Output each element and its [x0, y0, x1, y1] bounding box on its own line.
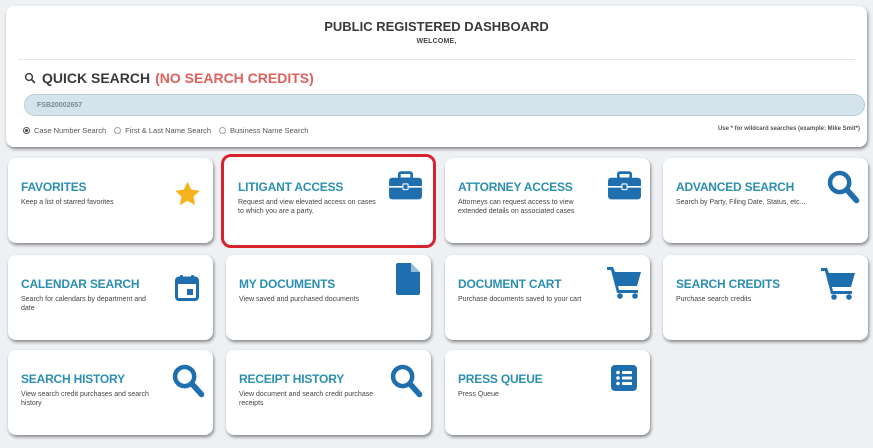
tile-litigant-access[interactable]: LITIGANT ACCESS Request and view elevate…: [221, 154, 436, 248]
list-icon: [611, 365, 637, 391]
radio-label: First & Last Name Search: [125, 126, 211, 135]
quick-search-title: QUICK SEARCH: [42, 70, 151, 86]
wildcard-hint: Use * for wildcard searches (example: Mi…: [717, 126, 860, 132]
radio-button[interactable]: [219, 127, 226, 134]
tile-title: SEARCH HISTORY: [21, 372, 125, 386]
tile-receipt-history[interactable]: RECEIPT HISTORY View document and search…: [226, 350, 431, 435]
tile-title: ADVANCED SEARCH: [676, 180, 795, 194]
tile-title: DOCUMENT CART: [458, 277, 562, 291]
tile-description: Request and view elevated access on case…: [238, 199, 376, 215]
tile-description: Search by Party, Filing Date, Status, et…: [676, 199, 806, 206]
tile-title: PRESS QUEUE: [458, 372, 543, 386]
tile-description: Search for calendars by department and d…: [21, 296, 146, 312]
search-icon: [172, 364, 205, 398]
radio-button[interactable]: [114, 127, 122, 134]
tile-title: CALENDAR SEARCH: [21, 277, 140, 291]
search-type-options: Case Number Search First & Last Name Sea…: [23, 126, 316, 135]
tile-title: LITIGANT ACCESS: [238, 180, 344, 194]
briefcase-icon: [608, 171, 641, 200]
dashboard-header: PUBLIC REGISTERED DASHBOARD WELCOME, QUI…: [6, 6, 867, 147]
document-icon: [396, 263, 420, 295]
search-credits-status: (NO SEARCH CREDITS): [155, 70, 314, 86]
tile-description: Press Queue: [458, 391, 499, 398]
tile-my-documents[interactable]: MY DOCUMENTS View saved and purchased do…: [226, 255, 431, 340]
divider: [18, 59, 855, 60]
radio-business-name[interactable]: Business Name Search: [219, 126, 308, 135]
tile-calendar-search[interactable]: CALENDAR SEARCH Search for calendars by …: [8, 255, 213, 340]
quick-search-input[interactable]: [24, 94, 865, 116]
tile-description: Purchase search credits: [676, 296, 752, 303]
quick-search-heading: QUICK SEARCH (NO SEARCH CREDITS): [24, 68, 314, 88]
tile-description: View saved and purchased documents: [239, 296, 360, 303]
page-title: PUBLIC REGISTERED DASHBOARD: [324, 19, 549, 34]
tile-description: Attorneys can request access to view ext…: [458, 199, 575, 215]
tile-advanced-search[interactable]: ADVANCED SEARCH Search by Party, Filing …: [663, 158, 868, 243]
tile-description: Keep a list of starred favorites: [21, 199, 114, 206]
tile-title: SEARCH CREDITS: [676, 277, 780, 291]
tile-favorites[interactable]: FAVORITES Keep a list of starred favorit…: [8, 158, 213, 243]
radio-first-last-name[interactable]: First & Last Name Search: [114, 126, 211, 135]
tile-search-history[interactable]: SEARCH HISTORY View search credit purcha…: [8, 350, 213, 435]
radio-button[interactable]: [23, 127, 30, 134]
tile-attorney-access[interactable]: ATTORNEY ACCESS Attorneys can request ac…: [445, 158, 650, 243]
search-icon: [827, 170, 860, 204]
briefcase-icon: [389, 171, 422, 200]
cart-icon: [821, 268, 855, 300]
tile-document-cart[interactable]: DOCUMENT CART Purchase documents saved t…: [445, 255, 650, 340]
tile-title: FAVORITES: [21, 180, 87, 194]
radio-label: Case Number Search: [34, 126, 107, 135]
radio-label: Business Name Search: [230, 126, 309, 135]
radio-case-number[interactable]: Case Number Search: [23, 126, 106, 135]
welcome-text: WELCOME,: [416, 38, 457, 45]
tile-title: MY DOCUMENTS: [239, 277, 336, 291]
tile-description: View document and search credit purchase…: [239, 391, 374, 407]
star-icon: [175, 181, 200, 206]
tile-search-credits[interactable]: SEARCH CREDITS Purchase search credits: [663, 255, 868, 340]
search-icon: [24, 72, 36, 84]
tile-press-queue[interactable]: PRESS QUEUE Press Queue: [445, 350, 650, 435]
tile-title: RECEIPT HISTORY: [239, 372, 345, 386]
tile-title: ATTORNEY ACCESS: [458, 180, 573, 194]
tile-description: Purchase documents saved to your cart: [458, 296, 582, 303]
calendar-icon: [175, 275, 199, 301]
search-icon: [390, 364, 423, 398]
tile-description: View search credit purchases and search …: [21, 391, 149, 407]
cart-icon: [607, 267, 641, 299]
